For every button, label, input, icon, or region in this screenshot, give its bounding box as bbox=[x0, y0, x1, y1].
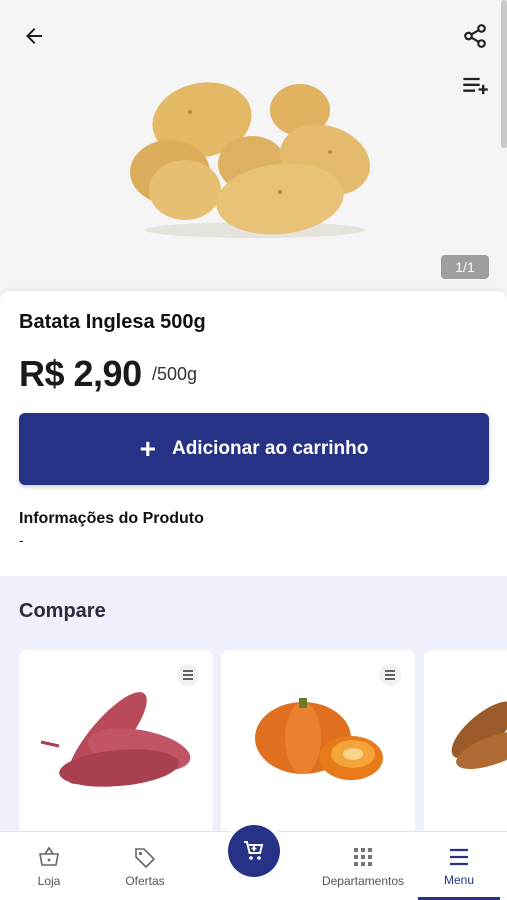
arrow-left-icon bbox=[26, 28, 42, 44]
back-button[interactable] bbox=[14, 16, 54, 56]
nav-loja[interactable]: Loja bbox=[18, 832, 80, 900]
share-button[interactable] bbox=[455, 16, 495, 56]
product-price: R$ 2,90 bbox=[19, 353, 142, 394]
cassava-image bbox=[451, 701, 507, 769]
scrollbar[interactable] bbox=[501, 0, 507, 148]
product-info-value: - bbox=[19, 532, 24, 548]
playlist-add-icon bbox=[463, 77, 488, 95]
product-name: Batata Inglesa 500g bbox=[19, 311, 206, 333]
product-image bbox=[130, 82, 370, 238]
add-to-cart-label: Adicionar ao carrinho bbox=[171, 438, 369, 459]
cart-icon bbox=[244, 841, 264, 860]
cart-fab bbox=[223, 820, 285, 882]
nav-label: Menu bbox=[443, 872, 475, 887]
nav-label: Departamentos bbox=[321, 873, 405, 888]
plus-icon: + bbox=[139, 433, 156, 464]
nav-menu[interactable]: Menu bbox=[418, 832, 500, 900]
add-to-list-button[interactable] bbox=[455, 66, 495, 106]
image-counter: 1/1 bbox=[441, 255, 489, 279]
share-icon bbox=[464, 24, 486, 48]
product-info-card: Batata Inglesa 500g R$ 2,90 /500g + Adic… bbox=[0, 291, 507, 576]
menu-icon bbox=[450, 848, 468, 865]
add-to-cart-button[interactable]: + Adicionar ao carrinho bbox=[19, 413, 489, 485]
nav-label: Ofertas bbox=[125, 873, 165, 888]
nav-label: Loja bbox=[37, 873, 61, 888]
compare-title: Compare bbox=[19, 600, 106, 622]
cart-button[interactable] bbox=[228, 825, 280, 877]
compare-section: Compare bbox=[0, 576, 507, 850]
basket-icon bbox=[39, 846, 59, 866]
nav-departamentos[interactable]: Departamentos bbox=[314, 832, 412, 900]
product-info-title: Informações do Produto bbox=[19, 510, 204, 527]
nav-ofertas[interactable]: Ofertas bbox=[110, 832, 180, 900]
grid-icon bbox=[354, 847, 372, 866]
sweet-potato-image bbox=[40, 692, 191, 787]
price-unit: /500g bbox=[152, 364, 198, 384]
compare-card-cassava[interactable] bbox=[424, 650, 507, 850]
tag-icon bbox=[135, 847, 156, 868]
product-hero: 1/1 bbox=[0, 0, 507, 300]
compare-card-sweet-potato[interactable] bbox=[19, 650, 213, 850]
